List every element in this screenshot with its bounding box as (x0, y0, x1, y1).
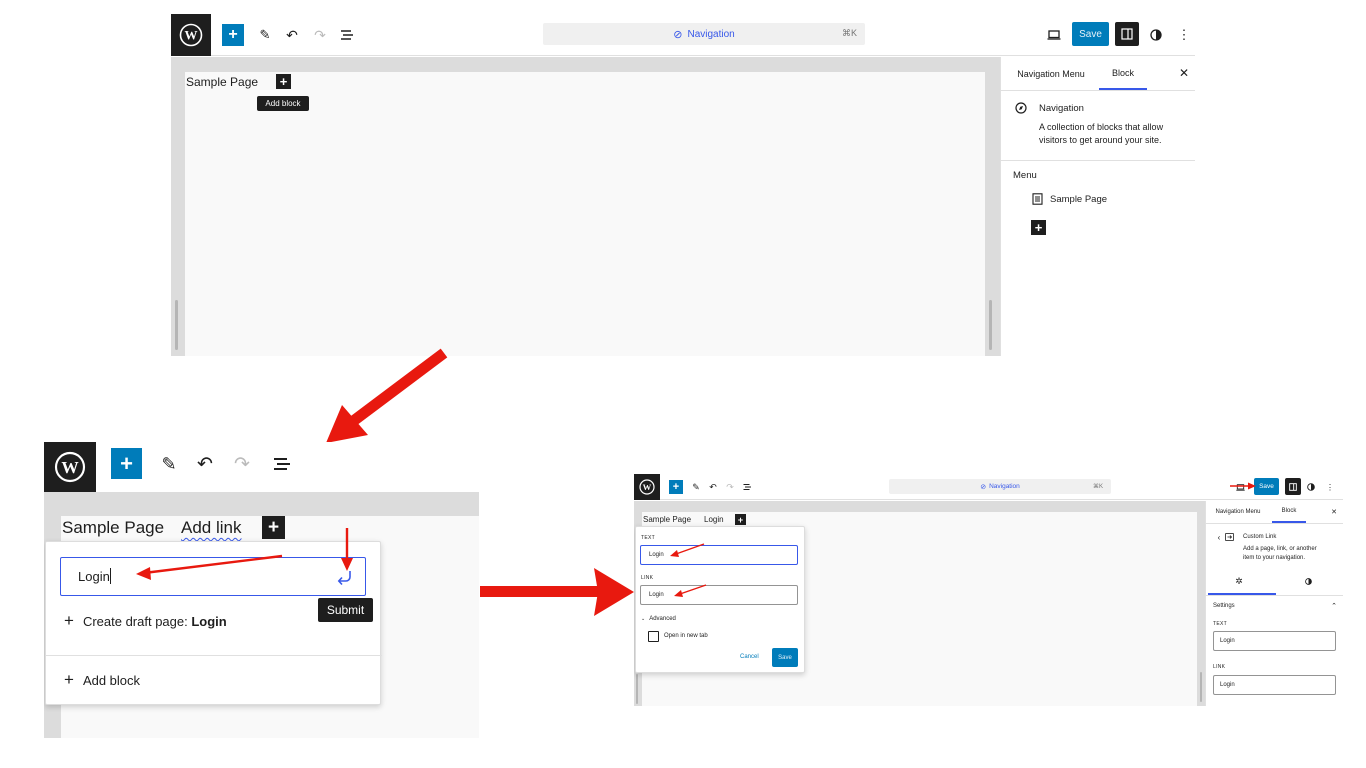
navigation-compass-icon: ⊘ (673, 28, 683, 41)
close-sidebar-button[interactable]: ✕ (1177, 65, 1191, 81)
undo-icon: ↶ (286, 26, 298, 43)
wordpress-icon: W (179, 23, 203, 47)
panel-link-settings: W + ✎ ↶ ↷ ⊘ Navigation ⌘K Save ⋮ Sample … (634, 474, 1343, 706)
plus-icon: + (279, 74, 288, 89)
arrow-to-step2 (326, 348, 448, 443)
block-description-line-1: A collection of blocks that allow (1039, 122, 1164, 132)
settings-sidebar: Navigation Menu Block ✕ Navigation A col… (1000, 57, 1195, 356)
top-toolbar: W + ✎ ↶ ↷ ⊘ Navigation ⌘K Save ⋮ (171, 14, 1195, 56)
plus-icon: + (228, 26, 238, 43)
plus-icon: + (1034, 220, 1043, 235)
save-button[interactable]: Save (1072, 22, 1109, 46)
options-button[interactable]: ⋮ (1177, 24, 1191, 46)
menu-heading: Menu (1013, 170, 1037, 181)
tools-button[interactable]: ✎ (255, 24, 275, 46)
list-view-icon (341, 30, 353, 40)
annotation-arrows (136, 528, 353, 580)
canvas-resize-handle-right[interactable] (989, 300, 992, 350)
redo-icon: ↷ (314, 26, 326, 43)
block-card-title: Navigation (1039, 103, 1084, 114)
pencil-icon: ✎ (259, 27, 271, 42)
inserter-toggle-button[interactable]: + (222, 24, 244, 46)
undo-button[interactable]: ↶ (282, 24, 302, 46)
add-block-tooltip: Add block (257, 96, 309, 111)
sidebar-divider (1001, 90, 1195, 91)
command-palette-bar[interactable]: ⊘ Navigation ⌘K (543, 23, 865, 45)
contrast-icon (1150, 29, 1162, 41)
close-icon: ✕ (1178, 66, 1190, 80)
arrow-to-step3 (480, 568, 634, 616)
laptop-icon (1047, 30, 1061, 40)
tab-block[interactable]: Block (1099, 57, 1147, 90)
panel-add-link-zoom: W + ✎ ↶ ↷ Sample Page Add link + Login +… (44, 442, 479, 738)
sidebar-panel-icon (1121, 28, 1133, 40)
canvas-resize-handle-left[interactable] (175, 300, 178, 350)
styles-button[interactable] (1148, 24, 1164, 46)
more-vertical-icon: ⋮ (1177, 27, 1191, 42)
page-icon (1032, 193, 1043, 205)
menu-add-item-button[interactable]: + (1031, 220, 1046, 235)
command-bar-shortcut: ⌘K (841, 28, 857, 38)
wordpress-logo-button[interactable]: W (171, 14, 211, 56)
sidebar-divider (1001, 160, 1195, 161)
block-description-line-2: visitors to get around your site. (1039, 135, 1162, 145)
panel-editor-overview: W + ✎ ↶ ↷ ⊘ Navigation ⌘K Save ⋮ Sample … (171, 14, 1195, 356)
navigation-compass-icon (1015, 102, 1027, 114)
tab-navigation-menu[interactable]: Navigation Menu (1006, 57, 1096, 90)
svg-text:W: W (185, 28, 198, 43)
block-card-description: A collection of blocks that allow visito… (1039, 121, 1163, 147)
annotation-arrows (670, 543, 707, 597)
device-preview-button[interactable] (1044, 24, 1064, 46)
redo-button[interactable]: ↷ (310, 24, 330, 46)
editor-canvas (185, 72, 985, 356)
menu-item-sample-page[interactable]: Sample Page (1050, 194, 1107, 205)
nav-item-sample-page[interactable]: Sample Page (186, 75, 258, 89)
document-overview-button[interactable] (337, 24, 357, 46)
settings-toggle-button[interactable] (1115, 22, 1139, 46)
add-block-button[interactable]: + (276, 74, 291, 89)
command-bar-label: Navigation (687, 28, 735, 40)
